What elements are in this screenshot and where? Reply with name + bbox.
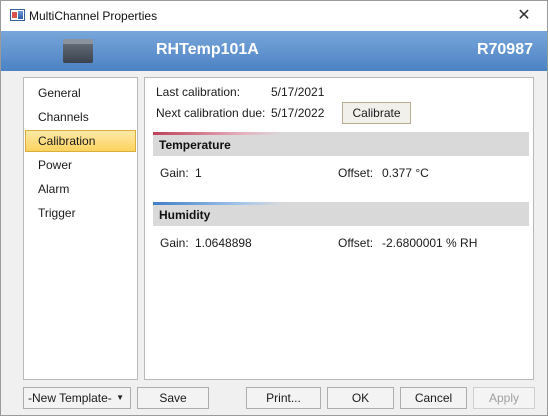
sidebar-item-trigger[interactable]: Trigger bbox=[25, 202, 136, 224]
device-name: RHTemp101A bbox=[156, 41, 259, 58]
humidity-accent bbox=[153, 202, 283, 205]
next-calibration-value: 5/17/2022 bbox=[271, 106, 325, 120]
save-button[interactable]: Save bbox=[137, 387, 209, 409]
calibrate-button[interactable]: Calibrate bbox=[342, 102, 411, 124]
sidebar-item-power[interactable]: Power bbox=[25, 154, 136, 176]
sidebar-item-general[interactable]: General bbox=[25, 82, 136, 104]
chevron-down-icon: ▼ bbox=[116, 393, 124, 402]
print-button[interactable]: Print... bbox=[246, 387, 321, 409]
template-select-value: -New Template- bbox=[28, 391, 112, 405]
settings-nav: General Channels Calibration Power Alarm… bbox=[23, 77, 138, 380]
last-calibration-label: Last calibration: bbox=[156, 85, 241, 99]
humidity-gain-label: Gain: bbox=[160, 236, 189, 250]
sidebar-item-alarm[interactable]: Alarm bbox=[25, 178, 136, 200]
temperature-title: Temperature bbox=[159, 138, 231, 152]
humidity-title: Humidity bbox=[159, 208, 211, 222]
sidebar-item-calibration[interactable]: Calibration bbox=[25, 130, 136, 152]
window-title: MultiChannel Properties bbox=[29, 9, 158, 23]
cancel-button[interactable]: Cancel bbox=[400, 387, 467, 409]
humidity-offset-value: -2.6800001 % RH bbox=[382, 236, 478, 250]
ok-button[interactable]: OK bbox=[327, 387, 394, 409]
last-calibration-value: 5/17/2021 bbox=[271, 85, 325, 99]
apply-button[interactable]: Apply bbox=[473, 387, 535, 409]
temperature-gain-value: 1 bbox=[195, 166, 202, 180]
device-serial: R70987 bbox=[476, 41, 533, 58]
temperature-accent bbox=[153, 132, 283, 135]
close-icon[interactable]: ✕ bbox=[501, 1, 547, 31]
properties-window: MultiChannel Properties ✕ RHTemp101A R70… bbox=[0, 0, 548, 416]
temperature-offset-label: Offset: bbox=[338, 166, 374, 180]
device-header: RHTemp101A R70987 bbox=[1, 31, 547, 71]
temperature-offset-value: 0.377 °C bbox=[382, 166, 429, 180]
sidebar-item-channels[interactable]: Channels bbox=[25, 106, 136, 128]
calibration-panel: Last calibration: 5/17/2021 Next calibra… bbox=[144, 77, 534, 380]
temperature-section-header: Temperature bbox=[153, 132, 529, 156]
device-icon bbox=[63, 39, 93, 63]
temperature-gain-label: Gain: bbox=[160, 166, 189, 180]
humidity-section-header: Humidity bbox=[153, 202, 529, 226]
app-icon bbox=[10, 9, 25, 21]
humidity-gain-value: 1.0648898 bbox=[195, 236, 252, 250]
humidity-offset-label: Offset: bbox=[338, 236, 374, 250]
next-calibration-label: Next calibration due: bbox=[156, 106, 266, 120]
title-bar: MultiChannel Properties ✕ bbox=[1, 1, 547, 31]
template-select[interactable]: -New Template- ▼ bbox=[23, 387, 131, 409]
